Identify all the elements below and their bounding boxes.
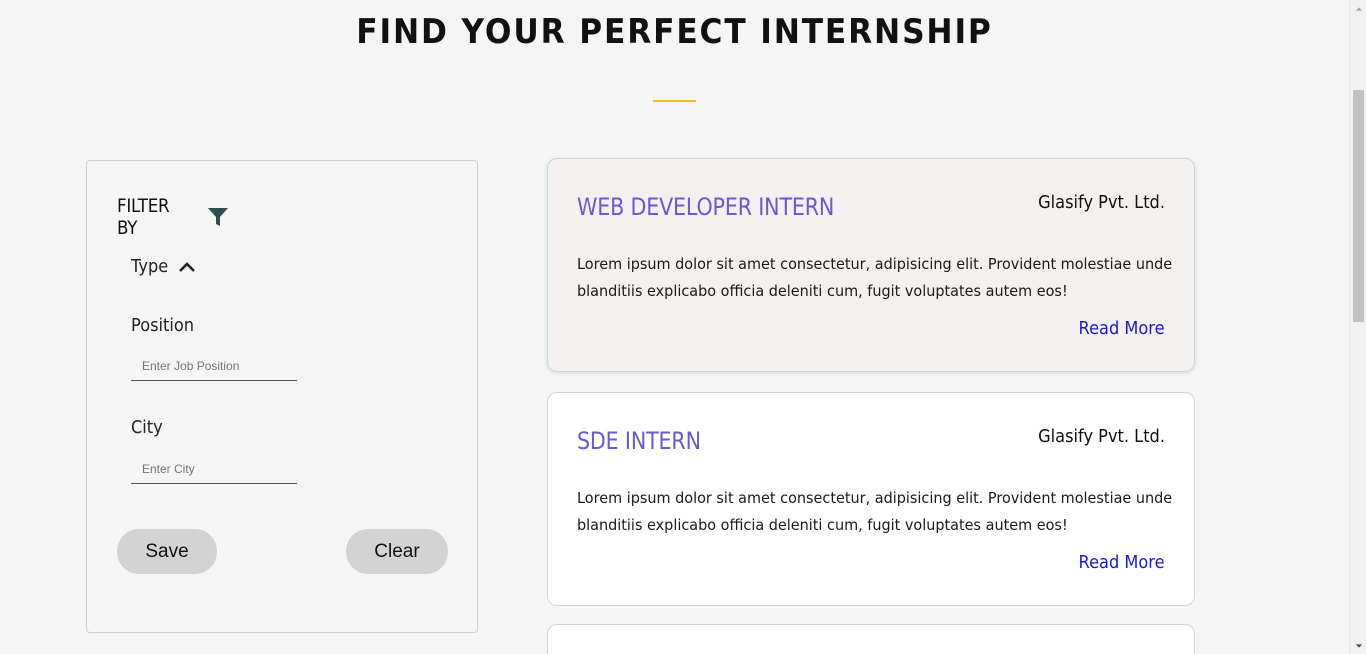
card-description: Lorem ipsum dolor sit amet consectetur, …	[577, 255, 1173, 300]
filter-icon	[207, 206, 229, 228]
read-more-link[interactable]: Read More	[1079, 552, 1165, 573]
filter-panel: FILTER BY Type Position City Save Clear	[86, 160, 478, 633]
position-label: Position	[131, 315, 195, 336]
scroll-up-icon[interactable]	[1350, 0, 1366, 17]
chevron-up-icon[interactable]	[177, 260, 197, 274]
position-input[interactable]	[131, 351, 297, 381]
filter-title: FILTER BY	[117, 195, 170, 239]
scrollbar[interactable]	[1349, 0, 1366, 654]
card-description: Lorem ipsum dolor sit amet consectetur, …	[577, 489, 1173, 534]
internship-card[interactable]: SDE INTERN Glasify Pvt. Ltd. Lorem ipsum…	[547, 392, 1195, 606]
city-input[interactable]	[131, 454, 297, 484]
filter-header: FILTER BY	[117, 195, 229, 239]
type-label: Type	[131, 256, 169, 277]
card-company: Glasify Pvt. Ltd.	[1038, 426, 1165, 447]
page: FIND YOUR PERFECT INTERNSHIP FILTER BY T…	[0, 0, 1366, 654]
internship-card[interactable]	[547, 624, 1195, 654]
title-underline	[653, 100, 696, 102]
scroll-down-icon[interactable]	[1350, 637, 1366, 654]
save-button[interactable]: Save	[117, 529, 217, 574]
type-toggle[interactable]: Type	[131, 256, 197, 277]
internship-card[interactable]: WEB DEVELOPER INTERN Glasify Pvt. Ltd. L…	[547, 158, 1195, 372]
card-company: Glasify Pvt. Ltd.	[1038, 192, 1165, 213]
card-title[interactable]: WEB DEVELOPER INTERN	[577, 193, 834, 221]
scroll-thumb[interactable]	[1353, 90, 1364, 322]
read-more-link[interactable]: Read More	[1079, 318, 1165, 339]
city-label: City	[131, 417, 163, 438]
card-title[interactable]: SDE INTERN	[577, 427, 701, 455]
page-title: FIND YOUR PERFECT INTERNSHIP	[356, 12, 993, 52]
clear-button[interactable]: Clear	[346, 529, 448, 574]
